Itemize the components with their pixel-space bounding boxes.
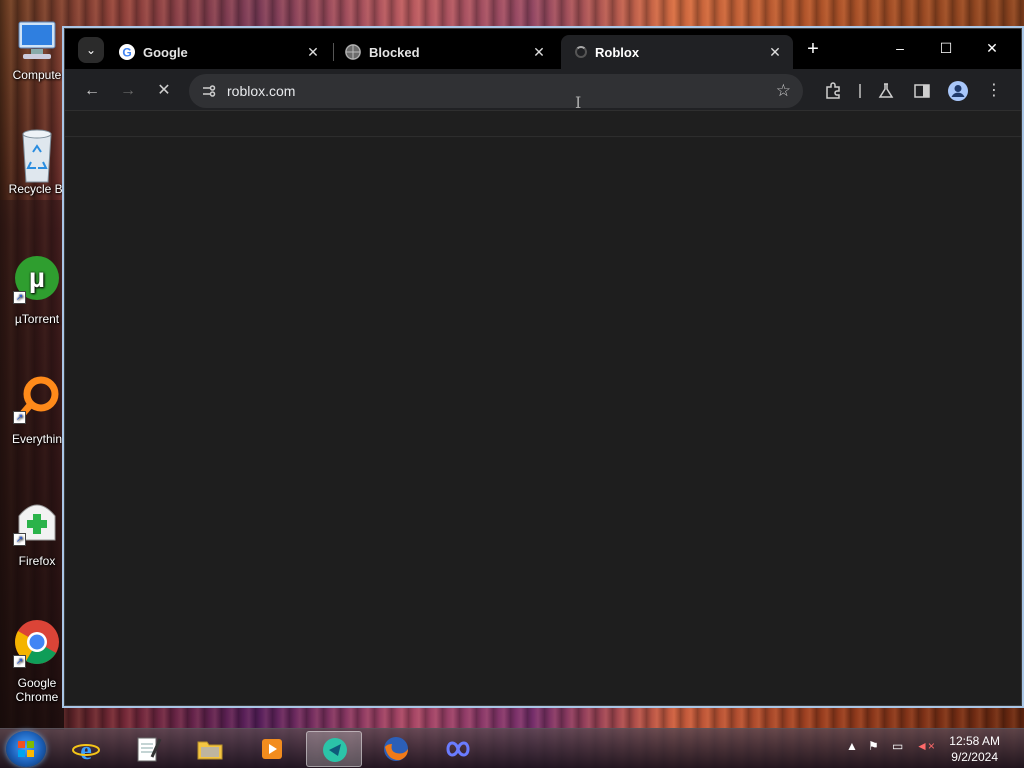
svg-text:µ: µ [29, 262, 45, 293]
desktop-icon-label: Google Chrome [15, 676, 59, 704]
close-window-button[interactable]: ✕ [969, 35, 1015, 61]
globe-icon [345, 44, 361, 60]
desktop-icon-label: Compute [12, 68, 62, 82]
browser-window: ⌄ G Google ✕ Blocked ✕ Roblox ✕ + – ☐ ✕ [64, 28, 1022, 706]
recycle-bin-icon [13, 128, 61, 183]
close-icon: ✕ [157, 82, 171, 99]
tab-separator [333, 43, 334, 61]
bookmark-bar [65, 111, 1021, 137]
new-tab-button[interactable]: + [801, 37, 825, 61]
firefox-icon [384, 737, 408, 761]
puzzle-icon [826, 82, 840, 99]
clock-time: 12:58 AM [949, 734, 1000, 748]
tab-search-button[interactable]: ⌄ [78, 37, 104, 63]
back-button[interactable]: ← [78, 77, 106, 105]
desktop-icon-everything[interactable]: ↗ Everythin [2, 374, 72, 446]
desktop-icon-utorrent[interactable]: µ ↗ µTorrent [2, 254, 72, 326]
tab-roblox[interactable]: Roblox ✕ [561, 35, 793, 69]
tab-blocked[interactable]: Blocked ✕ [335, 35, 557, 69]
tray-expand-icon[interactable]: ▲ [846, 739, 858, 753]
tab-title: Google [143, 44, 188, 60]
desktop-icon-recycle-bin[interactable]: Recycle Bi [2, 128, 72, 196]
firefox-shortcut-icon: ↗ [13, 496, 61, 546]
utorrent-icon: µ ↗ [13, 254, 61, 304]
desktop-icon-label: Firefox [18, 554, 56, 568]
forward-button[interactable]: → [114, 77, 142, 105]
shortcut-arrow-icon: ↗ [13, 655, 26, 668]
bookmark-star-icon[interactable]: ☆ [776, 81, 791, 101]
google-icon: G [119, 44, 135, 60]
computer-icon [13, 18, 61, 66]
address-bar[interactable]: roblox.com ☆ [189, 74, 803, 108]
app-icon [446, 741, 470, 757]
internet-explorer-icon: e [72, 736, 100, 763]
labs-button[interactable] [872, 77, 900, 105]
taskbar-app-other[interactable] [430, 731, 486, 767]
taskbar-app-internet-explorer[interactable]: e [58, 731, 114, 767]
everything-search-icon: ↗ [13, 374, 61, 424]
clock-date: 9/2/2024 [951, 750, 998, 764]
desktop-icon-computer[interactable]: Compute [2, 18, 72, 82]
page-content [65, 138, 1021, 705]
close-icon[interactable]: ✕ [765, 42, 785, 62]
desktop-icon-chrome[interactable]: ↗ Google Chrome [2, 618, 72, 704]
text-cursor-icon: I [575, 93, 582, 112]
network-icon[interactable]: ▭ [892, 739, 903, 753]
active-app-icon [323, 738, 347, 762]
desktop-icon-label: µTorrent [14, 312, 60, 326]
loading-icon [575, 46, 587, 58]
minimize-button[interactable]: – [877, 35, 923, 61]
avatar-icon [948, 81, 968, 101]
browser-toolbar: ← → ✕ roblox.com ☆ ⋮ [65, 69, 1021, 111]
taskbar-clock[interactable]: 12:58 AM 9/2/2024 [949, 733, 1000, 765]
desktop-icon-label: Everythin [11, 432, 63, 446]
chrome-icon: ↗ [13, 618, 61, 668]
shortcut-arrow-icon: ↗ [13, 411, 26, 424]
more-vertical-icon: ⋮ [986, 82, 1002, 99]
close-icon[interactable]: ✕ [303, 42, 323, 62]
desktop-icon-label: Recycle Bi [8, 182, 66, 196]
notepad-icon [137, 737, 162, 762]
shortcut-arrow-icon: ↗ [13, 533, 26, 546]
taskbar-app-notepad[interactable] [120, 731, 176, 767]
desktop-icon-firefox[interactable]: ↗ Firefox [2, 496, 72, 568]
chevron-down-icon: ⌄ [85, 43, 97, 57]
folder-icon [197, 741, 223, 760]
volume-muted-icon[interactable]: ◄× [916, 739, 935, 753]
taskbar-app-active[interactable] [306, 731, 362, 767]
svg-text:e: e [80, 736, 92, 763]
action-center-flag-icon[interactable]: ⚑ [868, 739, 879, 753]
side-panel-icon [914, 84, 930, 98]
flask-icon [878, 83, 894, 98]
start-button[interactable] [6, 731, 46, 767]
url-text: roblox.com [227, 83, 296, 99]
stop-loading-button[interactable]: ✕ [150, 77, 178, 105]
menu-button[interactable]: ⋮ [980, 77, 1008, 105]
taskbar: e ▲ ⚑ ▭ ◄× 12:58 AM 9/2/2024 [0, 728, 1024, 768]
site-settings-icon [201, 83, 217, 99]
profile-button[interactable] [944, 77, 972, 105]
media-player-icon [262, 739, 282, 759]
tab-google[interactable]: G Google ✕ [109, 35, 331, 69]
shortcut-arrow-icon: ↗ [13, 291, 26, 304]
side-panel-button[interactable] [908, 77, 936, 105]
tab-strip: ⌄ G Google ✕ Blocked ✕ Roblox ✕ + – ☐ ✕ [65, 29, 1021, 69]
extensions-button[interactable] [819, 77, 847, 105]
svg-text:G: G [122, 46, 131, 60]
arrow-left-icon: ← [84, 82, 100, 99]
close-icon[interactable]: ✕ [529, 42, 549, 62]
tab-title: Blocked [369, 44, 420, 60]
arrow-right-icon: → [120, 82, 136, 99]
maximize-button[interactable]: ☐ [923, 35, 969, 61]
taskbar-app-explorer[interactable] [182, 731, 238, 767]
taskbar-app-firefox[interactable] [368, 731, 424, 767]
tab-title: Roblox [595, 44, 640, 60]
toolbar-divider [859, 84, 861, 98]
taskbar-app-media[interactable] [244, 731, 300, 767]
